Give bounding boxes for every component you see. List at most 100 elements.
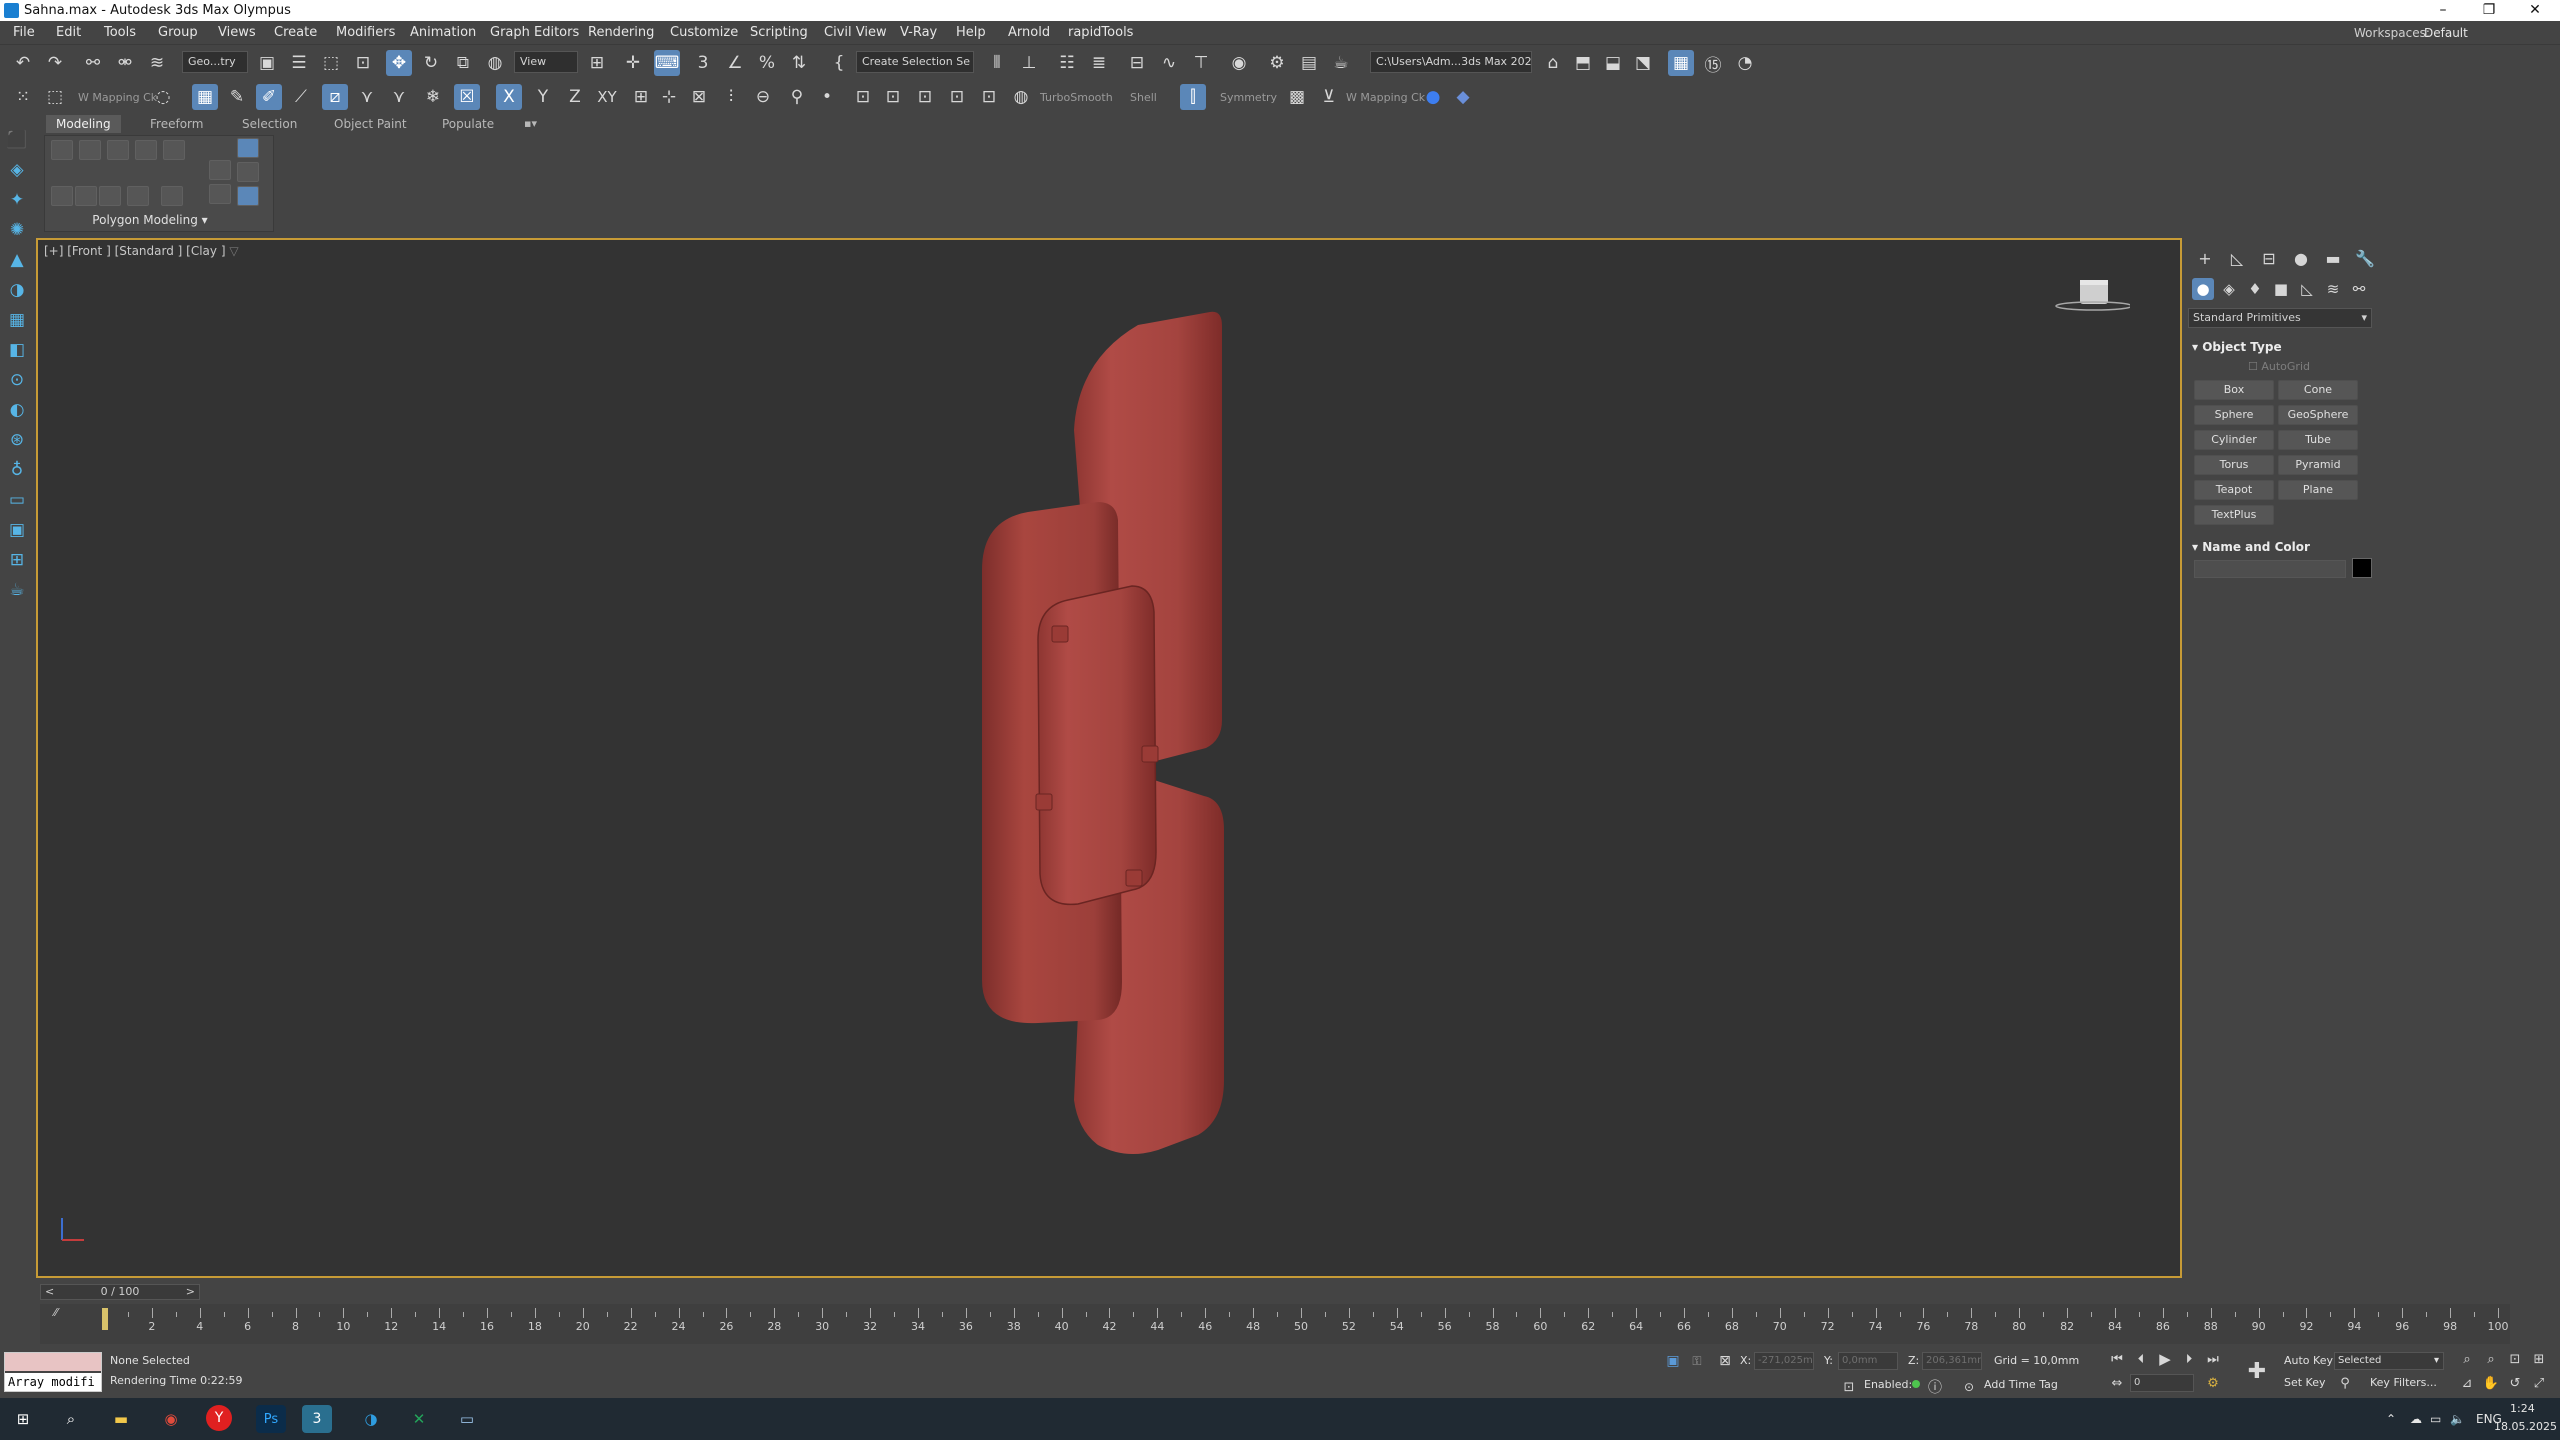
menu-create[interactable]: Create: [274, 25, 317, 40]
turbosmooth-icon[interactable]: ◍: [1008, 84, 1034, 110]
cage-5-icon[interactable]: ⊡: [976, 84, 1002, 110]
project-folder-icon[interactable]: ⬓: [1600, 50, 1626, 76]
axis-xy-button[interactable]: XY: [594, 84, 620, 110]
tab-object-paint[interactable]: Object Paint: [324, 115, 417, 133]
curve-editor-icon[interactable]: ∿: [1156, 50, 1182, 76]
ribbon-options-icon[interactable]: ▪▾: [514, 115, 547, 133]
orbit-icon[interactable]: ↺: [2502, 1370, 2528, 1396]
ribbon-tool-9-icon[interactable]: [127, 186, 149, 206]
axis-x-button[interactable]: X: [496, 84, 522, 110]
ribbon-tool-13-icon[interactable]: [237, 162, 259, 182]
clock-date[interactable]: 18.05.2025: [2494, 1420, 2557, 1433]
menu-civil-view[interactable]: Civil View: [824, 25, 887, 40]
menu-modifiers[interactable]: Modifiers: [336, 25, 395, 40]
modify-tab-icon[interactable]: ◺: [2226, 248, 2248, 270]
undo-icon[interactable]: ↶: [10, 50, 36, 76]
pivot-icon[interactable]: ⊹: [656, 84, 682, 110]
ribbon-tool-2-icon[interactable]: [79, 140, 101, 160]
hierarchy-tab-icon[interactable]: ⊟: [2258, 248, 2280, 270]
previous-frame-icon[interactable]: ⏴: [2128, 1346, 2154, 1372]
zoom-extents-all-icon[interactable]: ⊞: [2526, 1346, 2552, 1372]
tab-freeform[interactable]: Freeform: [140, 115, 213, 133]
rendered-frame-window-icon[interactable]: ▤: [1296, 50, 1322, 76]
cage-4-icon[interactable]: ⊡: [944, 84, 970, 110]
menu-views[interactable]: Views: [218, 25, 256, 40]
clock-time[interactable]: 1:24: [2510, 1402, 2535, 1415]
shell-label[interactable]: Shell: [1130, 91, 1157, 104]
axis-y-button[interactable]: Y: [530, 84, 556, 110]
viewport-layout-icon[interactable]: ▣: [6, 519, 28, 541]
connector-2[interactable]: [1141, 745, 1159, 763]
select-move-icon[interactable]: ✥: [386, 50, 412, 76]
ribbon-tool-8-icon[interactable]: [99, 186, 121, 206]
cameras-icon[interactable]: ■: [2270, 278, 2292, 300]
menu-arnold[interactable]: Arnold: [1008, 25, 1050, 40]
tab-modeling[interactable]: Modeling: [46, 115, 121, 133]
tab-selection[interactable]: Selection: [232, 115, 307, 133]
spacewarps-icon[interactable]: ≋: [2322, 278, 2344, 300]
ribbon-tool-11-icon[interactable]: [209, 160, 231, 180]
current-frame-field[interactable]: 0: [2130, 1374, 2194, 1392]
menu-help[interactable]: Help: [956, 25, 986, 40]
key-filter-icon[interactable]: ⚲: [2332, 1370, 2358, 1396]
display-icon[interactable]: ◐: [6, 399, 28, 421]
shapes-icon[interactable]: ◈: [2218, 278, 2240, 300]
create-shapes-icon[interactable]: ◈: [6, 159, 28, 181]
close-button[interactable]: ✕: [2512, 0, 2558, 21]
toggle-ribbon-icon[interactable]: ⊟: [1124, 50, 1150, 76]
plane-button[interactable]: Plane: [2278, 480, 2358, 500]
minimize-button[interactable]: –: [2420, 0, 2466, 21]
select-object-icon[interactable]: ▣: [254, 50, 280, 76]
cage-icon[interactable]: ⊡: [850, 84, 876, 110]
tube-button[interactable]: Tube: [2278, 430, 2358, 450]
sphere-button[interactable]: Sphere: [2194, 405, 2274, 425]
tab-populate[interactable]: Populate: [432, 115, 504, 133]
helpers-icon[interactable]: ◺: [2296, 278, 2318, 300]
name-and-color-rollout[interactable]: ▾ Name and Color: [2192, 540, 2310, 554]
ribbon-tool-10-icon[interactable]: [161, 186, 183, 206]
cage-2-icon[interactable]: ⊡: [880, 84, 906, 110]
menu-animation[interactable]: Animation: [410, 25, 476, 40]
ring-icon[interactable]: ⋎: [386, 84, 412, 110]
time-slider[interactable]: < 0 / 100 >: [40, 1284, 200, 1300]
add-time-tag[interactable]: Add Time Tag: [1984, 1378, 2058, 1391]
dotted-grid-icon[interactable]: ⁙: [10, 84, 36, 110]
mirror-icon[interactable]: ⫴: [984, 50, 1010, 76]
frame-icon[interactable]: ▭: [6, 489, 28, 511]
create-cameras-icon[interactable]: ✺: [6, 219, 28, 241]
menu-rendering[interactable]: Rendering: [588, 25, 654, 40]
menu-group[interactable]: Group: [158, 25, 198, 40]
z-coord-field[interactable]: 206,361mr: [1922, 1352, 1982, 1370]
key-set-dropdown[interactable]: Selected ▾: [2334, 1352, 2444, 1370]
edge-icon[interactable]: ◑: [356, 1405, 386, 1433]
create-tab-icon[interactable]: +: [2194, 248, 2216, 270]
ribbon-tool-3-icon[interactable]: [107, 140, 129, 160]
zoom-all-icon[interactable]: ⌕: [2478, 1346, 2504, 1372]
modify-mode-icon[interactable]: [237, 138, 259, 158]
ribbon-tool-1-icon[interactable]: [51, 140, 73, 160]
start-icon[interactable]: ⊞: [8, 1405, 38, 1433]
isolate-selection-icon[interactable]: ▣: [1660, 1348, 1686, 1374]
yandex-icon[interactable]: Y: [206, 1405, 232, 1431]
rect-select-icon[interactable]: ⬚: [42, 84, 68, 110]
project-open-icon[interactable]: ⌂: [1540, 50, 1566, 76]
connector-1[interactable]: [1051, 625, 1069, 643]
pivot-center-icon[interactable]: ⊞: [584, 50, 610, 76]
named-selection-dropdown[interactable]: Create Selection Se: [856, 51, 974, 73]
geometry-icon[interactable]: ●: [2192, 278, 2214, 300]
align-icon[interactable]: ⊥: [1016, 50, 1042, 76]
time-cursor[interactable]: [102, 1308, 108, 1330]
motion-tab-icon[interactable]: ●: [2290, 248, 2312, 270]
x-coord-field[interactable]: -271,025m: [1754, 1352, 1814, 1370]
snowflake-icon[interactable]: ❄: [420, 84, 446, 110]
object-category-dropdown[interactable]: Standard Primitives ▾: [2188, 308, 2372, 328]
ribbon-tool-6-icon[interactable]: [51, 186, 73, 206]
systems-icon[interactable]: ▦: [6, 309, 28, 331]
menu-vray[interactable]: V-Ray: [900, 25, 937, 40]
scene-explorer-icon[interactable]: ☷: [1054, 50, 1080, 76]
symmetry-modifier-icon[interactable]: ⫿: [1180, 84, 1206, 110]
box-button[interactable]: Box: [2194, 380, 2274, 400]
polygon-modeling-dropdown[interactable]: Polygon Modeling ▾: [45, 213, 255, 227]
project-settings-icon[interactable]: ⬔: [1630, 50, 1656, 76]
ribbon-tool-7-icon[interactable]: [75, 186, 97, 206]
